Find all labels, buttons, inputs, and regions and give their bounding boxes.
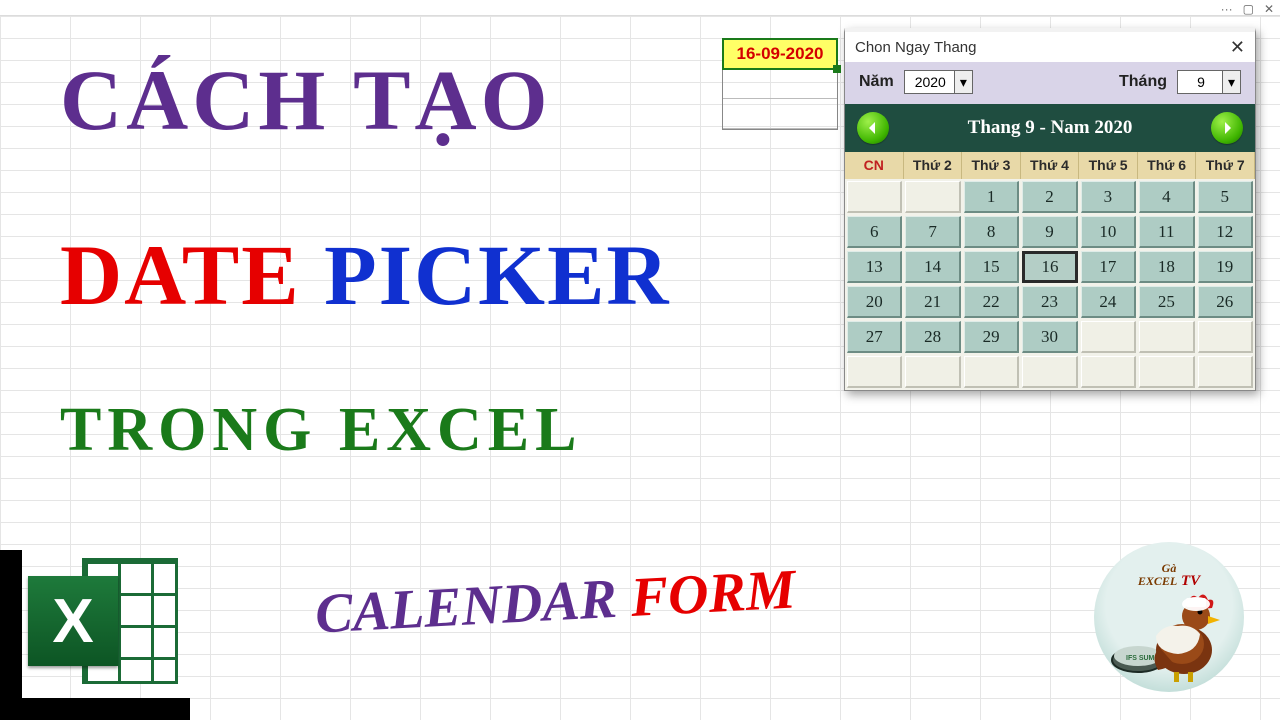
day-29[interactable]: 29 bbox=[964, 321, 1019, 353]
dow-0: CN bbox=[845, 152, 904, 179]
month-combo[interactable]: 9 ▾ bbox=[1177, 70, 1241, 94]
month-nav-bar: Thang 9 - Nam 2020 bbox=[845, 104, 1255, 152]
day-of-week-header: CNThứ 2Thứ 3Thứ 4Thứ 5Thứ 6Thứ 7 bbox=[845, 152, 1255, 179]
dow-1: Thứ 2 bbox=[904, 152, 963, 179]
date-picker-form: Chon Ngay Thang ✕ Năm 2020 ▾ Tháng 9 ▾ T… bbox=[844, 28, 1256, 391]
day-blank bbox=[1139, 321, 1194, 353]
dow-6: Thứ 7 bbox=[1196, 152, 1255, 179]
day-2[interactable]: 2 bbox=[1022, 181, 1077, 213]
day-9[interactable]: 9 bbox=[1022, 216, 1077, 248]
day-4[interactable]: 4 bbox=[1139, 181, 1194, 213]
chicken-icon bbox=[1138, 586, 1226, 684]
day-21[interactable]: 21 bbox=[905, 286, 960, 318]
day-blank bbox=[1139, 356, 1194, 388]
channel-label: Gà EXCEL TV bbox=[1138, 562, 1200, 589]
arrow-right-icon bbox=[1219, 120, 1235, 136]
day-7[interactable]: 7 bbox=[905, 216, 960, 248]
channel-badge: Gà EXCEL TV IFS SUM bbox=[1094, 542, 1244, 692]
year-value: 2020 bbox=[905, 74, 954, 90]
headline-line2: DATE PICKER bbox=[60, 225, 671, 325]
day-30[interactable]: 30 bbox=[1022, 321, 1077, 353]
dow-2: Thứ 3 bbox=[962, 152, 1021, 179]
black-bar-left bbox=[0, 550, 22, 720]
day-28[interactable]: 28 bbox=[905, 321, 960, 353]
dow-4: Thứ 5 bbox=[1079, 152, 1138, 179]
day-blank bbox=[905, 181, 960, 213]
day-13[interactable]: 13 bbox=[847, 251, 902, 283]
day-18[interactable]: 18 bbox=[1139, 251, 1194, 283]
window-topbar: ··· ▢ ✕ bbox=[0, 0, 1280, 16]
headline-line2-word2: PICKER bbox=[324, 227, 670, 323]
day-26[interactable]: 26 bbox=[1198, 286, 1253, 318]
window-menu-dots[interactable]: ··· bbox=[1221, 2, 1233, 16]
form-title: Chon Ngay Thang bbox=[855, 39, 976, 56]
year-label: Năm bbox=[859, 73, 894, 91]
day-5[interactable]: 5 bbox=[1198, 181, 1253, 213]
day-8[interactable]: 8 bbox=[964, 216, 1019, 248]
calendar-days-grid: 1234567891011121314151617181920212223242… bbox=[847, 181, 1253, 388]
next-month-button[interactable] bbox=[1211, 112, 1243, 144]
day-19[interactable]: 19 bbox=[1198, 251, 1253, 283]
day-12[interactable]: 12 bbox=[1198, 216, 1253, 248]
chevron-down-icon[interactable]: ▾ bbox=[954, 71, 972, 93]
day-1[interactable]: 1 bbox=[964, 181, 1019, 213]
headline-line2-word1: DATE bbox=[60, 227, 324, 323]
day-blank bbox=[847, 356, 902, 388]
target-cell-range[interactable]: 16-09-2020 bbox=[722, 38, 838, 130]
day-3[interactable]: 3 bbox=[1081, 181, 1136, 213]
day-16[interactable]: 16 bbox=[1022, 251, 1077, 283]
day-blank bbox=[905, 356, 960, 388]
black-bar-bottom bbox=[0, 698, 190, 720]
dow-5: Thứ 6 bbox=[1138, 152, 1197, 179]
month-caption: Thang 9 - Nam 2020 bbox=[897, 117, 1203, 139]
day-24[interactable]: 24 bbox=[1081, 286, 1136, 318]
day-blank bbox=[1081, 356, 1136, 388]
day-20[interactable]: 20 bbox=[847, 286, 902, 318]
day-6[interactable]: 6 bbox=[847, 216, 902, 248]
year-combo[interactable]: 2020 ▾ bbox=[904, 70, 973, 94]
day-blank bbox=[847, 181, 902, 213]
day-23[interactable]: 23 bbox=[1022, 286, 1077, 318]
arrow-left-icon bbox=[865, 120, 881, 136]
day-blank bbox=[1081, 321, 1136, 353]
day-22[interactable]: 22 bbox=[964, 286, 1019, 318]
close-icon[interactable]: ✕ bbox=[1230, 37, 1245, 58]
day-blank bbox=[964, 356, 1019, 388]
form-titlebar[interactable]: Chon Ngay Thang ✕ bbox=[845, 32, 1255, 62]
day-blank bbox=[1198, 321, 1253, 353]
day-27[interactable]: 27 bbox=[847, 321, 902, 353]
headline-line4-word2: FORM bbox=[629, 558, 797, 629]
day-15[interactable]: 15 bbox=[964, 251, 1019, 283]
window-close-icon[interactable]: ✕ bbox=[1264, 2, 1274, 16]
day-blank bbox=[1022, 356, 1077, 388]
headline-line1: CÁCH TẠO bbox=[60, 50, 552, 150]
day-10[interactable]: 10 bbox=[1081, 216, 1136, 248]
day-11[interactable]: 11 bbox=[1139, 216, 1194, 248]
empty-cell-2[interactable] bbox=[723, 99, 837, 129]
dow-3: Thứ 4 bbox=[1021, 152, 1080, 179]
day-14[interactable]: 14 bbox=[905, 251, 960, 283]
window-restore-icon[interactable]: ▢ bbox=[1243, 2, 1254, 16]
prev-month-button[interactable] bbox=[857, 112, 889, 144]
year-month-bar: Năm 2020 ▾ Tháng 9 ▾ bbox=[845, 62, 1255, 104]
selected-date-cell[interactable]: 16-09-2020 bbox=[723, 39, 837, 69]
chevron-down-icon[interactable]: ▾ bbox=[1222, 71, 1240, 93]
fill-handle[interactable] bbox=[833, 65, 841, 73]
empty-cell-1[interactable] bbox=[723, 69, 837, 99]
excel-logo: X bbox=[28, 552, 178, 692]
excel-logo-badge: X bbox=[28, 576, 118, 666]
day-17[interactable]: 17 bbox=[1081, 251, 1136, 283]
month-value: 9 bbox=[1178, 74, 1222, 90]
day-25[interactable]: 25 bbox=[1139, 286, 1194, 318]
day-blank bbox=[1198, 356, 1253, 388]
month-label: Tháng bbox=[1119, 73, 1167, 91]
headline-line3: TRONG EXCEL bbox=[60, 395, 582, 466]
